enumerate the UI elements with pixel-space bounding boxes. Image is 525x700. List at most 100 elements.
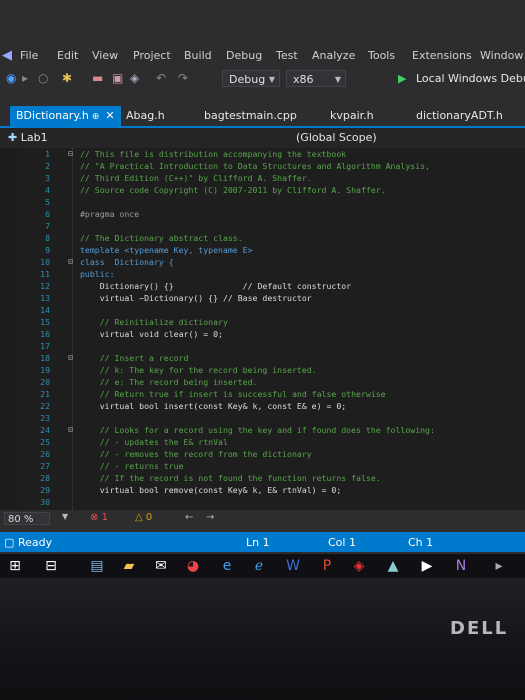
- menu-tools[interactable]: Tools: [368, 49, 395, 62]
- line-number: 19: [40, 365, 50, 375]
- code-line[interactable]: 6 #pragma once: [0, 208, 525, 220]
- collapse-icon[interactable]: ⊟: [68, 148, 76, 160]
- chevron-down-icon[interactable]: ▼: [62, 512, 68, 521]
- collapse-icon[interactable]: ⊟: [68, 352, 76, 364]
- run-debugger-button[interactable]: Local Windows Debug: [416, 72, 525, 85]
- pin-icon[interactable]: ⊕: [92, 112, 100, 122]
- code-line[interactable]: 21 // Return true if insert is successfu…: [0, 388, 525, 400]
- line-indicator[interactable]: Ln 1: [246, 536, 270, 549]
- code-line[interactable]: 27 // - returns true: [0, 460, 525, 472]
- warning-icon: △: [135, 512, 143, 523]
- chrome-icon[interactable]: ◕: [184, 557, 202, 575]
- code-line[interactable]: 7: [0, 220, 525, 232]
- more-icon[interactable]: ▸: [490, 557, 508, 575]
- line-number: 17: [40, 341, 50, 351]
- forward-icon[interactable]: ▸: [22, 71, 28, 85]
- menu-view[interactable]: View: [92, 49, 118, 62]
- code-line[interactable]: 22 virtual bool insert(const Key& k, con…: [0, 400, 525, 412]
- collapse-icon[interactable]: ⊟: [68, 256, 76, 268]
- code-line[interactable]: 12 Dictionary() {} // Default constructo…: [0, 280, 525, 292]
- menu-extensions[interactable]: Extensions: [412, 49, 472, 62]
- tab-abag[interactable]: Abag.h: [126, 106, 165, 126]
- visual-studio-icon[interactable]: N: [452, 557, 470, 575]
- save-icon[interactable]: ▣: [112, 71, 123, 85]
- code-line[interactable]: 3 // Third Edition (C++)" by Clifford A. …: [0, 172, 525, 184]
- code-line[interactable]: 9 template <typename Key, typename E>: [0, 244, 525, 256]
- edge-icon[interactable]: e: [218, 557, 236, 575]
- menu-file[interactable]: File: [20, 49, 38, 62]
- save-all-icon[interactable]: ◈: [130, 71, 139, 85]
- code-line[interactable]: 14: [0, 304, 525, 316]
- menu-project[interactable]: Project: [133, 49, 171, 62]
- tab-bdictionary[interactable]: BDictionary.h ⊕ ✕: [10, 106, 121, 126]
- task-view-icon[interactable]: ⊟: [42, 557, 60, 575]
- windows-start-icon[interactable]: ⊞: [6, 557, 24, 575]
- back-icon[interactable]: ◉: [6, 71, 16, 85]
- code-line[interactable]: 19 // k: The key for the record being in…: [0, 364, 525, 376]
- code-line[interactable]: 29 virtual bool remove(const Key& k, E& …: [0, 484, 525, 496]
- store-icon[interactable]: ▰: [120, 557, 138, 575]
- pdf-icon[interactable]: ◈: [350, 557, 368, 575]
- line-number: 20: [40, 377, 50, 387]
- code-line[interactable]: 13 virtual ~Dictionary() {} // Base dest…: [0, 292, 525, 304]
- code-line[interactable]: 30: [0, 496, 525, 508]
- code-line[interactable]: 1 ⊟ // This file is distribution accompany…: [0, 148, 525, 160]
- code-line[interactable]: 26 // - removes the record from the dict…: [0, 448, 525, 460]
- dropdown-icon[interactable]: ○: [38, 71, 48, 85]
- code-line[interactable]: 16 virtual void clear() = 0;: [0, 328, 525, 340]
- tab-dictionaryadt[interactable]: dictionaryADT.h: [416, 106, 503, 126]
- code-line[interactable]: 2 // "A Practical Introduction to Data St…: [0, 160, 525, 172]
- menu-edit[interactable]: Edit: [57, 49, 78, 62]
- code-line[interactable]: 4 // Source code Copyright (C) 2007-2011 …: [0, 184, 525, 196]
- code-line[interactable]: 25 // - updates the E& rtnVal: [0, 436, 525, 448]
- word-icon[interactable]: W: [284, 557, 302, 575]
- photos-icon[interactable]: ▲: [384, 557, 402, 575]
- menu-build[interactable]: Build: [184, 49, 212, 62]
- error-count[interactable]: ⊗ 1: [90, 512, 108, 523]
- platform-select[interactable]: x86 ▼: [286, 70, 346, 87]
- open-file-icon[interactable]: ▬: [92, 71, 103, 85]
- code-line[interactable]: 24 ⊟ // Looks for a record using the key …: [0, 424, 525, 436]
- configuration-select[interactable]: Debug ▼: [222, 70, 280, 87]
- code-line[interactable]: 5: [0, 196, 525, 208]
- code-line[interactable]: 20 // e: The record being inserted.: [0, 376, 525, 388]
- code-line[interactable]: 8 // The Dictionary abstract class.: [0, 232, 525, 244]
- arrow-left-icon[interactable]: ←: [185, 512, 193, 523]
- menu-window[interactable]: Window: [480, 49, 523, 62]
- arrow-right-icon[interactable]: →: [206, 512, 214, 523]
- powerpoint-icon[interactable]: P: [318, 557, 336, 575]
- code-line[interactable]: 11 public:: [0, 268, 525, 280]
- file-explorer-icon[interactable]: ▤: [88, 557, 106, 575]
- project-dropdown[interactable]: ✚ Lab1: [8, 131, 48, 144]
- code-editor[interactable]: 1 ⊟ // This file is distribution accompany…: [0, 148, 525, 510]
- mail-icon[interactable]: ✉: [152, 557, 170, 575]
- char-indicator[interactable]: Ch 1: [408, 536, 433, 549]
- code-line[interactable]: 17: [0, 340, 525, 352]
- code-line[interactable]: 15 // Reinitialize dictionary: [0, 316, 525, 328]
- code-line[interactable]: 10 ⊟ class Dictionary {: [0, 256, 525, 268]
- column-indicator[interactable]: Col 1: [328, 536, 356, 549]
- menu-debug[interactable]: Debug: [226, 49, 262, 62]
- tab-kvpair[interactable]: kvpair.h: [330, 106, 374, 126]
- code-line[interactable]: 23: [0, 412, 525, 424]
- undo-icon[interactable]: ↶: [156, 71, 166, 85]
- code-text: // Return true if insert is successful a…: [80, 389, 386, 399]
- code-line[interactable]: 18 ⊟ // Insert a record: [0, 352, 525, 364]
- tab-bagtestmain[interactable]: bagtestmain.cpp: [204, 106, 297, 126]
- collapse-icon[interactable]: ⊟: [68, 424, 76, 436]
- play-icon[interactable]: ▶: [398, 72, 406, 85]
- scope-dropdown[interactable]: (Global Scope): [296, 131, 377, 144]
- warning-count[interactable]: △ 0: [135, 512, 152, 523]
- code-text: // - returns true: [80, 461, 184, 471]
- menu-test[interactable]: Test: [276, 49, 298, 62]
- internet-explorer-icon[interactable]: ℯ: [250, 557, 268, 575]
- code-line[interactable]: 28 // If the record is not found the fun…: [0, 472, 525, 484]
- zoom-select[interactable]: 80 %: [4, 512, 50, 525]
- new-item-icon[interactable]: ✱: [62, 71, 72, 85]
- redo-icon[interactable]: ↷: [178, 71, 188, 85]
- close-icon[interactable]: ✕: [105, 109, 114, 122]
- video-icon[interactable]: ▶: [418, 557, 436, 575]
- menu-analyze[interactable]: Analyze: [312, 49, 355, 62]
- visual-studio-logo-icon[interactable]: ◀: [2, 48, 12, 63]
- tab-label: BDictionary.h: [16, 109, 89, 122]
